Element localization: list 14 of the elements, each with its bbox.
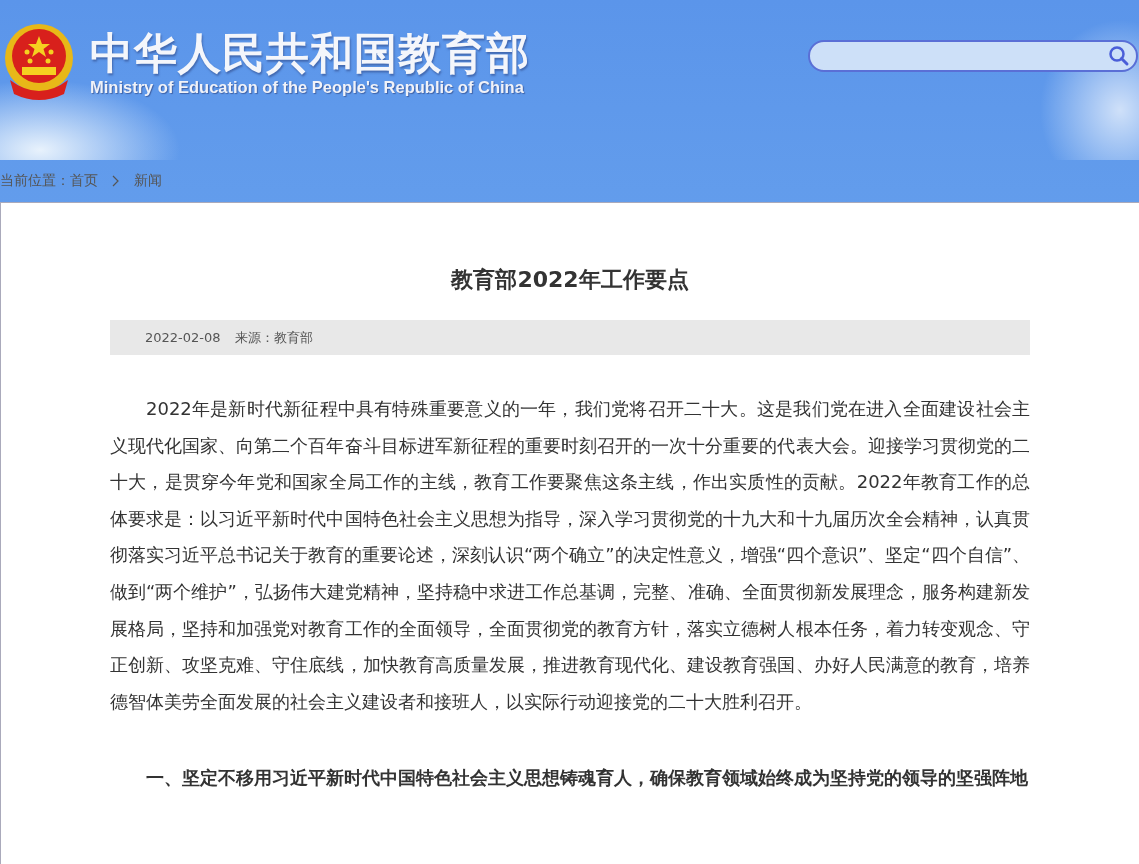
breadcrumb-link[interactable]: 新闻 (134, 172, 162, 190)
emblem-icon (2, 22, 76, 102)
breadcrumb-link[interactable]: 首页 (70, 172, 98, 190)
section-heading: 一、坚定不移用习近平新时代中国特色社会主义思想铸魂育人，确保教育领域始终成为坚持党的领导的坚强阵地 (145, 766, 1029, 791)
chevron-right-icon (112, 175, 120, 187)
publish-date: 2022-02-08 (145, 330, 221, 345)
article-title: 教育部2022年工作要点 (449, 266, 690, 294)
article-source: 来源：教育部 (234, 328, 313, 347)
site-subtitle: Ministry of Education of the People's Republic of China (90, 77, 525, 97)
site-title: 中华人民共和国教育部 (90, 27, 530, 78)
search-field[interactable] (808, 40, 1138, 72)
search-icon[interactable] (1108, 45, 1130, 67)
breadcrumb-label: 当前位置： (0, 172, 70, 190)
article-paragraph: 2022年是新时代新征程中具有特殊重要意义的一年，我们党将召开二十大。这是我们党在进入全面建设社会主义现代化国家、向第二个百年奋斗目标进军新征程的重要时刻召开的一次十分重要的代表大会。迎接学习贯彻党的二十大，是贯穿今年党和国家全局工作的主线，教育工作要聚焦这条主线，作出实质性的贡献。2022年教育工作的总体要求是：以习近平新时代中国特色社会主义思想为指导，深入学习贯彻党的十九大和十九届历次全会精神，认真贯彻落实习近平总书记关于教育的重要论述，深刻认识“两个确立”的决定性意义，增强“四个意识”、坚定“四个自信”、做到“两个维护”，弘扬伟大建党精神，坚持稳中求进工作总基调，完整、准确、全面贯彻新发展理念，服务构建新发展格局，坚持和加强党对教育工作的全面领导，全面贯彻党的教育方针，落实立德树人根本任务，着力转变观念、守正创新、攻坚克难、守住底线，加快教育高质量发展，推进教育现代化、建设教育强国、办好人民满意的教育，培养德智体美劳全面发展的社会主义建设者和接班人，以实际行动迎接党的二十大胜利召开。 (110, 397, 1030, 714)
